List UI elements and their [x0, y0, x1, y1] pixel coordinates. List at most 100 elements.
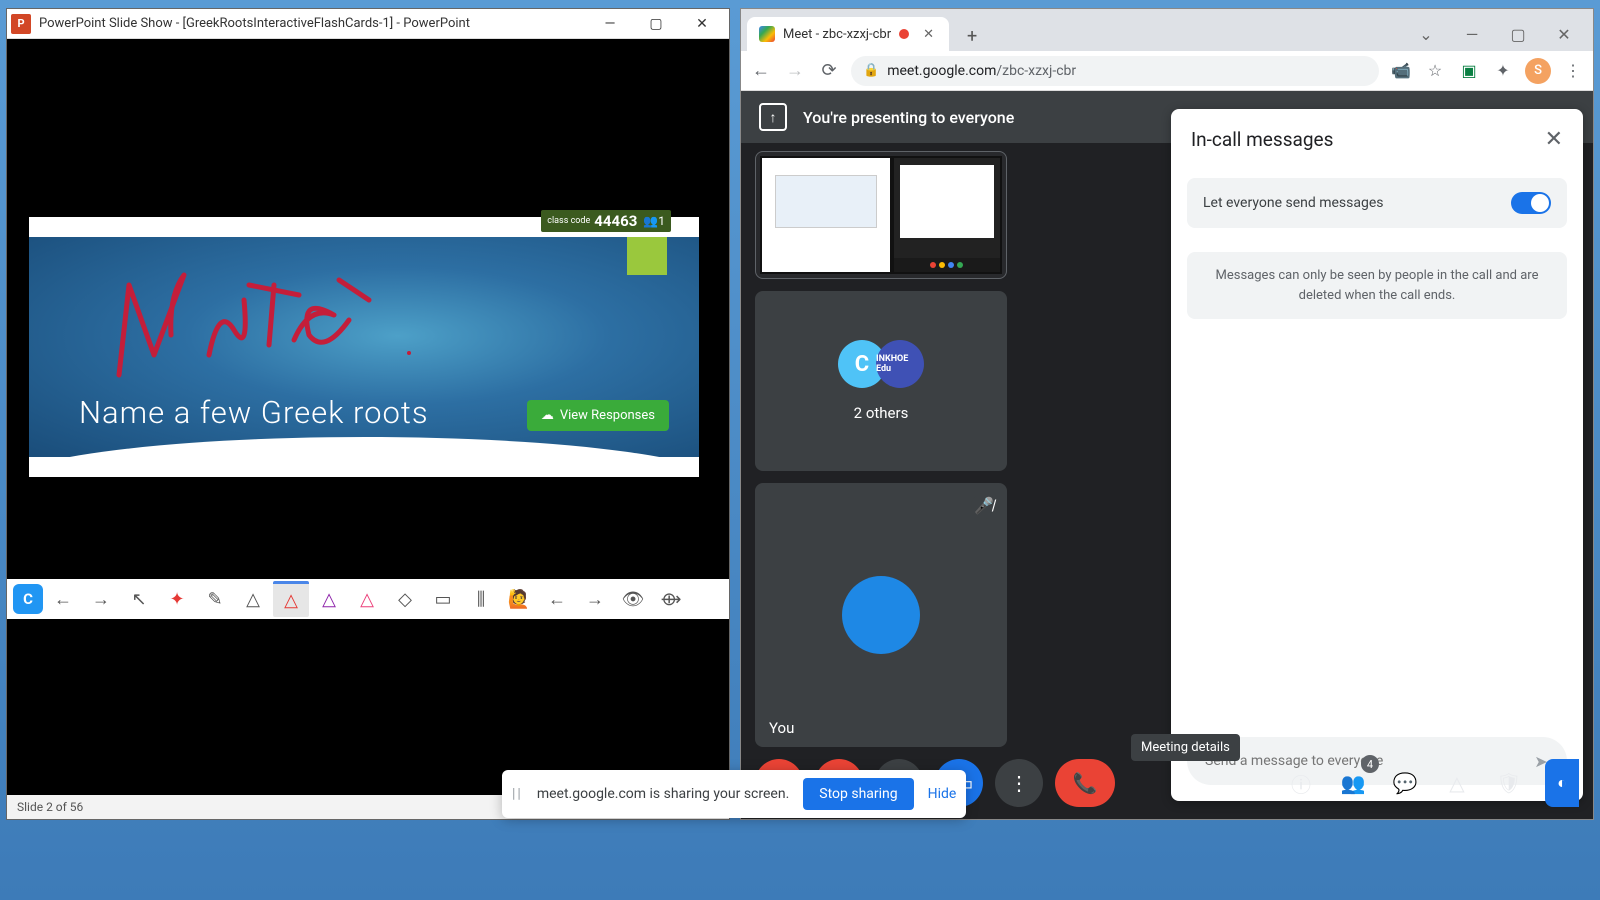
class-code-badge: class code 44463 👥 1	[541, 210, 671, 232]
tab-title: Meet - zbc-xzxj-cbr	[783, 27, 891, 42]
pen-purple-tool[interactable]: △	[311, 581, 347, 617]
powerpoint-icon: P	[11, 14, 31, 34]
pointer-tool[interactable]: ↖	[121, 581, 157, 617]
pen-red-tool[interactable]: △	[273, 581, 309, 617]
forward-button[interactable]: →	[783, 59, 807, 83]
powerpoint-title: PowerPoint Slide Show - [GreekRootsInter…	[39, 16, 587, 31]
chrome-maximize-button[interactable]: ▢	[1495, 17, 1541, 51]
slide-question: Name a few Greek roots	[79, 394, 429, 431]
url-bar[interactable]: 🔒 meet.google.com/zbc-xzxj-cbr	[851, 56, 1379, 86]
presentation-thumbnail	[760, 156, 1002, 274]
bookmark-button[interactable]: ☆	[1423, 59, 1447, 83]
next-slide-button[interactable]: →	[83, 581, 119, 617]
chat-button[interactable]: 💬	[1381, 759, 1429, 807]
leave-call-button[interactable]: 📞	[1055, 759, 1115, 807]
pen-pink-tool[interactable]: △	[349, 581, 385, 617]
chrome-menu-button[interactable]: ⋮	[1561, 59, 1585, 83]
annotation-toolbar: C ← → ↖ ✦ ✎ △ △ △ △ ◇ ▭ ⫼ 🙋 ← → 👁 ⟴	[7, 579, 729, 619]
participant-grid: C INKHOE Edu 2 others 🎤̸ You	[755, 151, 1007, 747]
participant-count: 1	[658, 214, 665, 228]
pick-name-tool[interactable]: 🙋	[501, 581, 537, 617]
present-icon: ↑	[759, 103, 787, 131]
highlighter-tool[interactable]: △	[235, 581, 271, 617]
lock-icon: 🔒	[863, 63, 879, 78]
toggle-switch[interactable]	[1511, 192, 1551, 214]
toggle-label: Let everyone send messages	[1203, 195, 1511, 211]
people-button[interactable]: 👥4	[1329, 759, 1377, 807]
profile-avatar[interactable]: S	[1525, 58, 1551, 84]
drag-handle-icon[interactable]: ||	[512, 786, 523, 802]
people-icon: 👥	[643, 214, 658, 228]
self-tile[interactable]: 🎤̸ You	[755, 483, 1007, 747]
ink-annotation	[99, 245, 419, 385]
close-button[interactable]: ✕	[679, 9, 725, 39]
presenting-text: You're presenting to everyone	[803, 108, 1014, 127]
more-options-button[interactable]: ⋮	[995, 759, 1043, 807]
hide-tool[interactable]: 👁	[615, 581, 651, 617]
url-host: meet.google.com	[887, 63, 996, 79]
extensions-button[interactable]: ✦	[1491, 59, 1515, 83]
slide-tab	[627, 237, 667, 275]
browser-tab[interactable]: Meet - zbc-xzxj-cbr ✕	[747, 17, 949, 51]
activities-button[interactable]: △	[1433, 759, 1481, 807]
view-responses-button[interactable]: ☁ View Responses	[527, 400, 669, 431]
search-tabs-button[interactable]: ⌄	[1403, 17, 1449, 51]
undo-button[interactable]: ←	[539, 581, 575, 617]
slide-curve	[29, 437, 699, 457]
redo-button[interactable]: →	[577, 581, 613, 617]
meeting-details-button[interactable]: ⓘ	[1277, 759, 1325, 807]
chrome-addressbar: ← → ⟳ 🔒 meet.google.com/zbc-xzxj-cbr 📹 ☆…	[741, 51, 1593, 91]
poll-tool[interactable]: ⫼	[463, 581, 499, 617]
meet-favicon	[759, 26, 775, 42]
chat-panel: In-call messages ✕ Let everyone send mes…	[1171, 109, 1583, 801]
camera-indicator-icon[interactable]: 📹	[1389, 59, 1413, 83]
chrome-window: Meet - zbc-xzxj-cbr ✕ + ⌄ — ▢ ✕ ← → ⟳ 🔒 …	[740, 8, 1594, 820]
self-label: You	[769, 719, 794, 737]
others-avatars: C INKHOE Edu	[838, 340, 924, 388]
laser-tool[interactable]: ✦	[159, 581, 195, 617]
host-controls-button[interactable]: 🛡	[1485, 759, 1533, 807]
class-code-label: class code	[547, 217, 590, 226]
others-count-label: 2 others	[854, 404, 909, 422]
back-button[interactable]: ←	[749, 59, 773, 83]
powerpoint-titlebar[interactable]: P PowerPoint Slide Show - [GreekRootsInt…	[7, 9, 729, 39]
slide: class code 44463 👥 1 Name a few Greek ro…	[29, 217, 699, 477]
close-tab-button[interactable]: ✕	[923, 27, 937, 41]
maximize-button[interactable]: ▢	[633, 9, 679, 39]
classpoint-app-icon[interactable]: C	[13, 584, 43, 614]
chat-info-text: Messages can only be seen by people in t…	[1187, 252, 1567, 319]
muted-icon: 🎤̸	[971, 493, 997, 519]
reload-button[interactable]: ⟳	[817, 59, 841, 83]
view-responses-label: View Responses	[560, 408, 655, 423]
prev-slide-button[interactable]: ←	[45, 581, 81, 617]
messages-permission-toggle[interactable]: Let everyone send messages	[1187, 178, 1567, 228]
cloud-icon: ☁	[541, 408, 554, 423]
tooltip: Meeting details	[1131, 734, 1240, 761]
participant-avatar: INKHOE Edu	[876, 340, 924, 388]
stop-sharing-button[interactable]: Stop sharing	[803, 778, 913, 810]
minimize-button[interactable]: —	[587, 9, 633, 39]
more-tool[interactable]: ⟴	[653, 581, 689, 617]
chrome-minimize-button[interactable]: —	[1449, 17, 1495, 51]
hide-bar-button[interactable]: Hide	[928, 786, 957, 802]
slide-counter: Slide 2 of 56	[17, 800, 83, 814]
extension-icon[interactable]: ▣	[1457, 59, 1481, 83]
companion-button[interactable]: ◐	[1545, 759, 1579, 807]
chrome-close-button[interactable]: ✕	[1541, 17, 1587, 51]
chrome-tabstrip: Meet - zbc-xzxj-cbr ✕ + ⌄ — ▢ ✕	[741, 9, 1593, 51]
presentation-tile[interactable]	[755, 151, 1007, 279]
share-text: meet.google.com is sharing your screen.	[537, 786, 789, 802]
slide-area[interactable]: class code 44463 👥 1 Name a few Greek ro…	[7, 39, 729, 819]
chat-messages-area	[1171, 319, 1583, 725]
pen-black-tool[interactable]: ✎	[197, 581, 233, 617]
screen-share-bar[interactable]: || meet.google.com is sharing your scree…	[502, 770, 966, 818]
whiteboard-tool[interactable]: ▭	[425, 581, 461, 617]
others-tile[interactable]: C INKHOE Edu 2 others	[755, 291, 1007, 471]
chat-title: In-call messages	[1191, 128, 1545, 151]
new-tab-button[interactable]: +	[957, 21, 987, 51]
people-count-badge: 4	[1361, 755, 1379, 773]
powerpoint-window: P PowerPoint Slide Show - [GreekRootsInt…	[6, 8, 730, 820]
close-chat-button[interactable]: ✕	[1545, 127, 1563, 152]
eraser-tool[interactable]: ◇	[387, 581, 423, 617]
self-avatar	[842, 576, 920, 654]
